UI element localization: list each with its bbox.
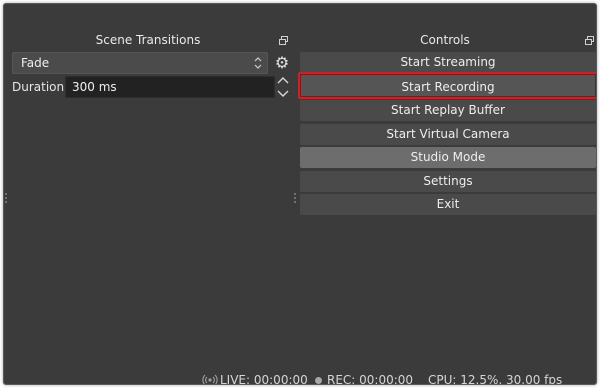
start-streaming-button[interactable]: Start Streaming: [300, 52, 596, 73]
duration-spinbox[interactable]: 300 ms: [65, 76, 275, 98]
rec-timer: REC: 00:00:00: [327, 373, 414, 385]
start-replay-buffer-button[interactable]: Start Replay Buffer: [300, 100, 596, 121]
controls-title: Controls: [420, 33, 470, 47]
live-timer: LIVE: 00:00:00: [220, 373, 308, 385]
scene-transitions-float-icon[interactable]: [279, 36, 288, 45]
left-splitter-grip-icon[interactable]: [5, 192, 7, 204]
transition-select[interactable]: Fade: [12, 52, 268, 74]
duration-label: Duration: [12, 80, 65, 94]
transition-select-value: Fade: [21, 56, 50, 70]
updown-arrows-icon: [254, 57, 262, 69]
studio-mode-button[interactable]: Studio Mode: [300, 147, 596, 168]
scene-transitions-title: Scene Transitions: [95, 33, 201, 47]
start-virtual-camera-button[interactable]: Start Virtual Camera: [300, 124, 596, 145]
start-recording-button[interactable]: Start Recording: [298, 72, 596, 99]
obs-main-window: Scene Transitions Fade ⚙ Duration 300 ms…: [3, 3, 597, 385]
splitter-grip-icon[interactable]: [294, 192, 296, 204]
exit-button[interactable]: Exit: [300, 194, 596, 215]
duration-value: 300 ms: [72, 80, 117, 94]
cpu-fps-status: CPU: 12.5%, 30.00 fps: [428, 373, 563, 385]
spin-arrows-icon[interactable]: [276, 75, 290, 99]
record-dot-icon: [315, 377, 322, 384]
broadcast-icon: [202, 374, 218, 384]
gear-icon[interactable]: ⚙: [272, 53, 292, 73]
settings-button[interactable]: Settings: [300, 171, 596, 192]
controls-float-icon[interactable]: [585, 36, 594, 45]
